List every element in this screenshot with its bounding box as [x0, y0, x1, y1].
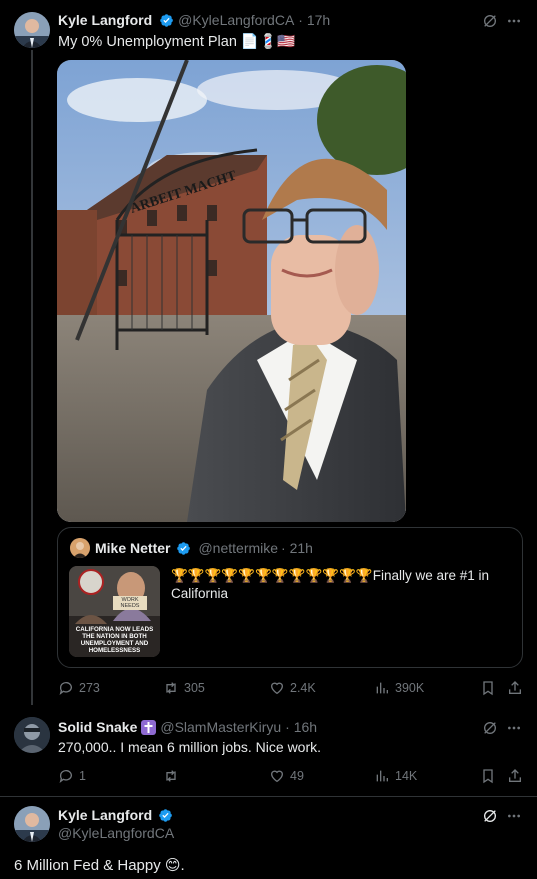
- author-handle[interactable]: @KyleLangfordCA: [58, 825, 174, 841]
- grok-icon[interactable]: [482, 808, 498, 824]
- analytics-icon: [376, 770, 388, 782]
- timestamp[interactable]: · 17h: [298, 12, 330, 28]
- verified-badge-icon: [160, 13, 174, 27]
- repost-button[interactable]: [163, 768, 184, 784]
- views-count: 390K: [395, 681, 425, 695]
- author-name[interactable]: Solid Snake: [58, 719, 137, 735]
- verified-badge-icon: [177, 541, 191, 555]
- reply-button[interactable]: 1: [58, 768, 86, 784]
- share-button[interactable]: [507, 680, 523, 696]
- views-button[interactable]: 14K: [374, 768, 417, 784]
- tweet-text: My 0% Unemployment Plan 📄💈🇺🇸: [58, 34, 296, 50]
- author-name[interactable]: Kyle Langford: [58, 12, 152, 28]
- grok-icon[interactable]: [482, 720, 498, 736]
- tweet-image[interactable]: ARBEIT MACHT: [57, 60, 406, 522]
- author-handle[interactable]: @KyleLangfordCA: [178, 12, 294, 28]
- reply-count: 1: [79, 769, 86, 783]
- repost-count: 305: [184, 681, 205, 695]
- analytics-icon: [376, 682, 388, 694]
- repost-button[interactable]: 305: [163, 680, 205, 696]
- reply-icon: [59, 682, 72, 695]
- tweet-text: 270,000.. I mean 6 million jobs. Nice wo…: [58, 739, 322, 755]
- quote-avatar[interactable]: [70, 538, 90, 558]
- divider: [0, 796, 537, 797]
- bookmark-button[interactable]: [480, 768, 496, 784]
- more-options-icon[interactable]: [506, 13, 522, 29]
- bookmark-icon: [483, 681, 493, 696]
- thread-line: [31, 50, 33, 705]
- repost-icon: [166, 682, 176, 694]
- views-count: 14K: [395, 769, 418, 783]
- like-button[interactable]: 2.4K: [269, 680, 316, 696]
- quote-thumbnail[interactable]: WORK NEEDS CALIFORNIA NOW LEADS THE NATI…: [69, 566, 160, 657]
- avatar[interactable]: [14, 806, 50, 842]
- heart-icon: [270, 770, 284, 783]
- more-options-icon[interactable]: [506, 808, 522, 824]
- share-button[interactable]: [507, 768, 523, 784]
- quote-text: 🏆🏆🏆🏆🏆🏆🏆🏆🏆🏆🏆🏆Finally we are #1 in Califor…: [171, 568, 490, 601]
- avatar[interactable]: [14, 717, 50, 753]
- reply-count: 273: [79, 681, 100, 695]
- reply-icon: [59, 770, 72, 783]
- thumbnail-sign: WORK NEEDS: [120, 597, 140, 609]
- quote-author-handle[interactable]: @nettermike: [198, 540, 278, 556]
- timestamp[interactable]: · 16h: [285, 719, 317, 735]
- cross-badge-icon: [141, 719, 157, 735]
- author-handle[interactable]: @SlamMasterKiryu: [160, 719, 281, 735]
- like-button[interactable]: 49: [269, 768, 304, 784]
- quote-timestamp[interactable]: · 21h: [281, 540, 313, 556]
- verified-badge-icon: [159, 808, 173, 822]
- thumbnail-caption: CALIFORNIA NOW LEADS THE NATION IN BOTH …: [75, 626, 154, 654]
- like-count: 2.4K: [290, 681, 316, 695]
- more-options-icon[interactable]: [506, 720, 522, 736]
- quote-author-name[interactable]: Mike Netter: [95, 540, 170, 556]
- heart-icon: [270, 682, 284, 695]
- like-count: 49: [290, 769, 304, 783]
- avatar[interactable]: [14, 12, 50, 48]
- author-name[interactable]: Kyle Langford: [58, 807, 152, 823]
- tweet-text: 6 Million Fed & Happy 😊.: [14, 857, 185, 874]
- bookmark-icon: [483, 769, 493, 784]
- views-button[interactable]: 390K: [374, 680, 424, 696]
- share-icon: [509, 681, 521, 694]
- reply-button[interactable]: 273: [58, 680, 100, 696]
- bookmark-button[interactable]: [480, 680, 496, 696]
- repost-icon: [166, 770, 176, 782]
- grok-icon[interactable]: [482, 13, 498, 29]
- share-icon: [509, 769, 521, 782]
